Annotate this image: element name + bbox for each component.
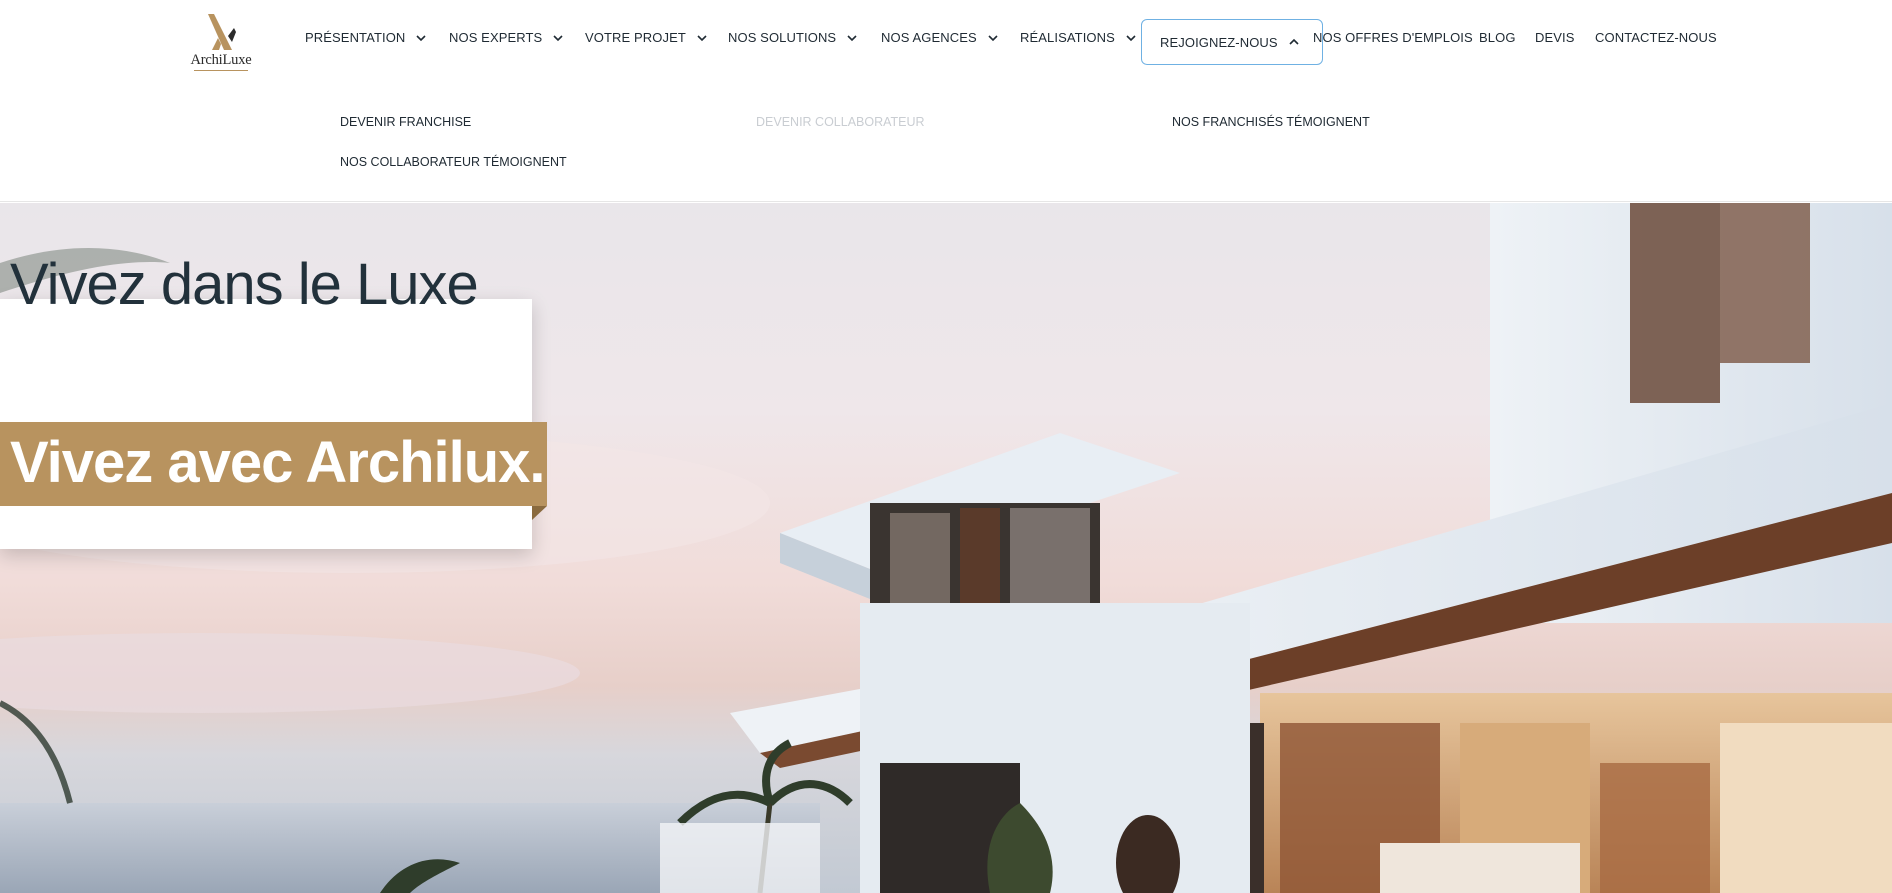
chevron-down-icon <box>1126 34 1136 41</box>
nav-label: BLOG <box>1479 30 1516 45</box>
hero-band-fold <box>532 506 547 520</box>
site-header: ArchiLuxe PRÉSENTATION NOS EXPERTS VOTRE… <box>0 0 1892 202</box>
nav-item-nos-agences[interactable]: NOS AGENCES <box>881 30 999 45</box>
nav-label: PRÉSENTATION <box>305 30 406 45</box>
hero-section: Vivez dans le Luxe Vivez avec Archilux. <box>0 203 1892 893</box>
chevron-down-icon <box>553 34 563 41</box>
nav-item-presentation[interactable]: PRÉSENTATION <box>305 30 427 45</box>
chevron-up-icon <box>1289 38 1299 45</box>
main-nav: PRÉSENTATION NOS EXPERTS VOTRE PROJET NO… <box>0 0 1892 84</box>
hero-title-line1: Vivez dans le Luxe <box>10 252 479 317</box>
nav-label: VOTRE PROJET <box>585 30 686 45</box>
chevron-down-icon <box>847 34 857 41</box>
nav-label: DEVIS <box>1535 30 1575 45</box>
nav-label: REJOIGNEZ-NOUS <box>1160 34 1278 50</box>
nav-label: NOS EXPERTS <box>449 30 543 45</box>
nav-item-votre-projet[interactable]: VOTRE PROJET <box>585 30 708 45</box>
chevron-down-icon <box>988 34 998 41</box>
nav-label: CONTACTEZ-NOUS <box>1595 30 1717 45</box>
nav-item-nos-solutions[interactable]: NOS SOLUTIONS <box>728 30 858 45</box>
nav-label: NOS OFFRES D'EMPLOIS <box>1313 30 1473 45</box>
chevron-down-icon <box>416 34 426 41</box>
nav-item-contactez-nous[interactable]: CONTACTEZ-NOUS <box>1595 30 1717 45</box>
nav-item-offres-emplois[interactable]: NOS OFFRES D'EMPLOIS <box>1313 30 1473 45</box>
nav-item-rejoignez-nous[interactable]: REJOIGNEZ-NOUS <box>1141 19 1323 65</box>
nav-label: RÉALISATIONS <box>1020 30 1115 45</box>
rejoignez-nous-dropdown: DEVENIR FRANCHISE DEVENIR COLLABORATEUR … <box>0 84 1892 202</box>
nav-label: NOS SOLUTIONS <box>728 30 837 45</box>
chevron-down-icon <box>697 34 707 41</box>
dropdown-item-devenir-collaborateur[interactable]: DEVENIR COLLABORATEUR <box>756 115 925 129</box>
dropdown-item-franchises-temoignent[interactable]: NOS FRANCHISÉS TÉMOIGNENT <box>1172 115 1370 129</box>
hero-title-line2: Vivez avec Archilux. <box>10 430 546 495</box>
dropdown-item-collaborateur-temoignent[interactable]: NOS COLLABORATEUR TÉMOIGNENT <box>340 155 567 169</box>
nav-item-realisations[interactable]: RÉALISATIONS <box>1020 30 1137 45</box>
nav-item-blog[interactable]: BLOG <box>1479 30 1516 45</box>
nav-label: NOS AGENCES <box>881 30 977 45</box>
nav-item-devis[interactable]: DEVIS <box>1535 30 1575 45</box>
dropdown-item-devenir-franchise[interactable]: DEVENIR FRANCHISE <box>340 115 471 129</box>
nav-item-nos-experts[interactable]: NOS EXPERTS <box>449 30 564 45</box>
